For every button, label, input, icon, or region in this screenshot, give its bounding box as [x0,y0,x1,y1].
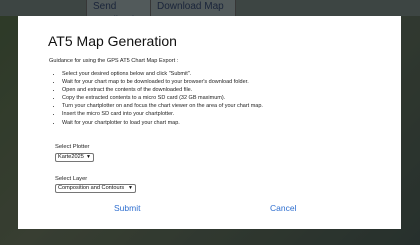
plotter-select[interactable]: Karte2025 ▼ [55,153,94,162]
list-item: Select your desired options below and cl… [62,70,263,78]
list-item: Wait for your chart map to be downloaded… [62,78,263,86]
plotter-select-value: Karte2025 [58,154,84,160]
plotter-label: Select Plotter [55,144,90,150]
chevron-down-icon: ▼ [86,154,91,160]
cancel-button[interactable]: Cancel [270,203,296,213]
submit-button[interactable]: Submit [114,203,140,213]
list-item: Turn your chartplotter on and focus the … [62,102,263,110]
layer-label: Select Layer [55,176,88,182]
chevron-down-icon: ▼ [128,185,133,191]
guidance-text: Guidance for using the GPS AT5 Chart Map… [49,58,179,64]
layer-select-value: Composition and Contours [58,185,125,191]
layer-select[interactable]: Composition and Contours ▼ [55,184,136,193]
instruction-list: Select your desired options below and cl… [55,70,263,127]
dialog-title: AT5 Map Generation [48,33,177,49]
list-item: Wait for your chartplotter to load your … [62,119,263,127]
map-generation-dialog: AT5 Map Generation Guidance for using th… [18,16,401,229]
list-item: Copy the extracted contents to a micro S… [62,94,263,102]
list-item: Insert the micro SD card into your chart… [62,110,263,118]
list-item: Open and extract the contents of the dow… [62,86,263,94]
